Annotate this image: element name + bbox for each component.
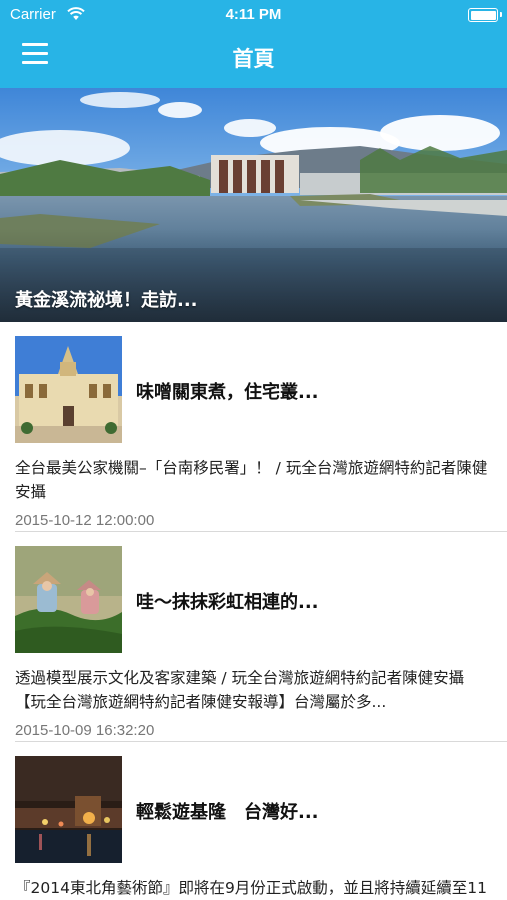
article-thumbnail [15, 756, 122, 863]
article-description: 透過模型展示文化及客家建築 / 玩全台灣旅遊網特約記者陳健安攝 【玩全台灣旅遊網… [15, 669, 465, 711]
article-description: 全台最美公家機關–「台南移民署」！ / 玩全台灣旅遊網特約記者陳健安攝 [15, 459, 488, 501]
battery-icon [468, 8, 502, 22]
article-date: 2015-10-09 16:32:20 [15, 722, 155, 739]
article-item[interactable]: 味噌關東煮，住宅叢... 全台最美公家機關–「台南移民署」！ / 玩全台灣旅遊網… [0, 322, 507, 532]
article-description: 『2014東北角藝術節』即將在9月份正式啟動，並且將持續延續至11月底，活動地點… [15, 879, 488, 897]
article-date: 2015-10-12 12:00:00 [15, 512, 155, 529]
status-time: 4:11 PM [225, 6, 282, 23]
hero-caption: 黃金溪流祕境！走訪... [15, 290, 198, 311]
article-title: 輕鬆遊基隆 台灣好... [136, 802, 319, 823]
article-item[interactable]: 哇～抹抹彩虹相連的... 透過模型展示文化及客家建築 / 玩全台灣旅遊網特約記者… [0, 532, 507, 742]
app-header: Carrier 4:11 PM 首頁 [0, 0, 507, 88]
page-title: 首頁 [232, 47, 275, 71]
article-thumbnail [15, 546, 122, 653]
article-title: 味噌關東煮，住宅叢... [136, 382, 319, 403]
article-title: 哇～抹抹彩虹相連的... [136, 592, 319, 613]
hero-banner[interactable]: 黃金溪流祕境！走訪... [0, 88, 507, 322]
status-bar: Carrier 4:11 PM [0, 0, 507, 30]
article-item[interactable]: 輕鬆遊基隆 台灣好... 『2014東北角藝術節』即將在9月份正式啟動，並且將持… [0, 742, 507, 900]
article-thumbnail [15, 336, 122, 443]
